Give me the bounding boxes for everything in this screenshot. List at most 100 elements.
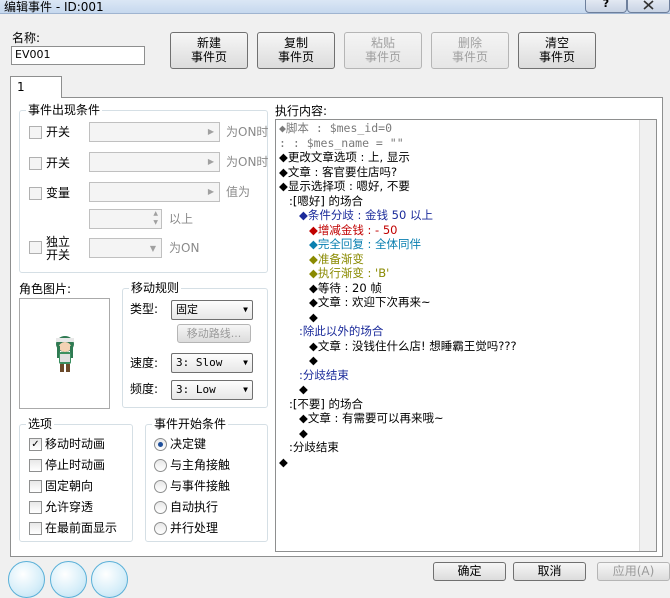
command-line[interactable]: ◆增减金钱 : - 50 [309, 223, 397, 237]
command-line[interactable]: ◆ [309, 353, 318, 367]
through-checkbox[interactable] [29, 501, 42, 514]
direction-fix-checkbox[interactable] [29, 480, 42, 493]
ok-button[interactable]: 确定 [433, 562, 506, 581]
switch2-suffix: 为ON时 [226, 155, 269, 169]
character-sprite-icon [56, 336, 74, 372]
step-anim-checkbox[interactable] [29, 459, 42, 472]
close-button[interactable] [627, 0, 670, 13]
step-anim-label: 停止时动画 [45, 458, 106, 472]
self-switch-label: 独立 开关 [46, 236, 70, 262]
content-label: 执行内容: [275, 104, 328, 118]
command-line[interactable]: ◆显示选择项 : 嗯好, 不要 [279, 179, 410, 193]
move-type-select[interactable]: 固定 ▼ [171, 300, 253, 320]
command-line[interactable]: ◆ [279, 455, 288, 469]
command-line[interactable]: ◆ [299, 382, 308, 396]
variable-checkbox[interactable] [29, 187, 42, 200]
move-route-title: 移动规则 [129, 281, 182, 295]
move-freq-value: 3: Low [176, 383, 216, 396]
tab-page-1[interactable]: 1 [10, 76, 62, 98]
character-graphic[interactable] [19, 298, 110, 409]
name-input[interactable]: EV001 [11, 46, 145, 65]
trigger-player-touch-radio[interactable] [154, 459, 167, 472]
command-line[interactable]: ◆等待 : 20 帧 [309, 281, 382, 295]
trigger-action-radio[interactable] [154, 438, 167, 451]
trigger-event-touch-radio[interactable] [154, 480, 167, 493]
variable-suffix: 值为 [226, 185, 251, 199]
command-line[interactable]: ◆ [309, 310, 318, 324]
trigger-autorun-radio[interactable] [154, 501, 167, 514]
spin-up-icon[interactable]: ▲ [153, 210, 158, 217]
command-line[interactable]: ◆文章 : 客官要住店吗? [279, 165, 397, 179]
cancel-button[interactable]: 取消 [513, 562, 586, 581]
move-type-label: 类型: [130, 302, 159, 316]
variable-value-spinner[interactable]: ▲ ▼ [89, 209, 162, 229]
command-line[interactable]: :分歧结束 [289, 440, 339, 454]
command-line[interactable]: :分歧结束 [299, 368, 349, 382]
trigger-player-touch-label: 与主角接触 [170, 458, 231, 472]
switch1-select[interactable]: ▶ [89, 122, 220, 142]
variable-label: 变量 [46, 186, 71, 200]
chevron-down-icon: ▼ [243, 358, 248, 367]
command-line[interactable]: ◆脚本 : $mes_id=0 [279, 121, 392, 135]
delete-page-button[interactable]: 删除 事件页 [431, 32, 509, 69]
through-label: 允许穿透 [45, 500, 94, 514]
always-on-top-checkbox[interactable] [29, 522, 42, 535]
direction-fix-label: 固定朝向 [45, 479, 94, 493]
help-button[interactable]: ? [585, 0, 627, 13]
event-command-list[interactable]: ◆脚本 : $mes_id=0 : : $mes_name = "" ◆更改文章选… [275, 119, 657, 552]
switch2-select[interactable]: ▶ [89, 152, 220, 172]
trigger-parallel-radio[interactable] [154, 522, 167, 535]
switch1-label: 开关 [46, 125, 71, 139]
taskbar-orb-icon [91, 561, 128, 598]
walk-anim-label: 移动时动画 [45, 437, 106, 451]
copy-page-label-2: 事件页 [277, 50, 314, 64]
move-speed-select[interactable]: 3: Slow ▼ [171, 353, 253, 373]
new-page-button[interactable]: 新建 事件页 [170, 32, 248, 69]
taskbar-orb-icon [50, 561, 87, 598]
delete-page-label-1: 删除 [457, 36, 482, 50]
variable-select[interactable]: ▶ [89, 182, 220, 202]
command-line[interactable]: ◆ [299, 426, 308, 440]
walk-anim-checkbox[interactable]: ✓ [29, 438, 42, 451]
command-line[interactable]: ◆更改文章选项 : 上, 显示 [279, 150, 410, 164]
command-line[interactable]: ◆条件分歧 : 金钱 50 以上 [299, 208, 433, 222]
command-line[interactable]: ◆完全回复 : 全体同伴 [309, 237, 421, 251]
move-freq-select[interactable]: 3: Low ▼ [171, 380, 253, 400]
self-switch-label-2: 开关 [46, 248, 71, 262]
clear-page-button[interactable]: 清空 事件页 [518, 32, 596, 69]
copy-page-button[interactable]: 复制 事件页 [257, 32, 335, 69]
vertical-scrollbar[interactable] [639, 120, 656, 551]
command-line[interactable]: ◆文章 : 欢迎下次再来~ [309, 295, 431, 309]
command-line[interactable]: ◆文章 : 没钱住什么店! 想睡霸王觉吗??? [309, 339, 517, 353]
command-line[interactable]: ◆文章 : 有需要可以再来哦~ [299, 411, 444, 425]
trigger-event-touch-label: 与事件接触 [170, 479, 231, 493]
command-line[interactable]: :[嗯好] 的场合 [289, 194, 363, 208]
above-label: 以上 [169, 212, 194, 226]
graphic-label: 角色图片: [19, 282, 72, 296]
switch1-suffix: 为ON时 [226, 125, 269, 139]
switch1-checkbox[interactable] [29, 126, 42, 139]
paste-page-label-2: 事件页 [364, 50, 401, 64]
command-line[interactable]: :除此以外的场合 [299, 324, 383, 338]
trigger-autorun-label: 自动执行 [170, 500, 219, 514]
always-on-top-label: 在最前面显示 [45, 521, 118, 535]
command-line[interactable]: : : $mes_name = "" [279, 136, 404, 150]
command-line[interactable]: :[不要] 的场合 [289, 397, 363, 411]
move-route-button[interactable]: 移动路线... [177, 324, 251, 343]
paste-page-button[interactable]: 粘贴 事件页 [344, 32, 422, 69]
self-switch-select[interactable]: ▼ [89, 238, 162, 258]
command-line[interactable]: ◆执行渐变 : 'B' [309, 266, 389, 280]
switch2-checkbox[interactable] [29, 157, 42, 170]
apply-button[interactable]: 应用(A) [597, 562, 670, 581]
new-page-label-1: 新建 [196, 36, 221, 50]
self-switch-checkbox[interactable] [29, 241, 42, 254]
taskbar-orb-icon [8, 561, 45, 598]
move-speed-value: 3: Slow [176, 356, 223, 369]
arrow-right-icon: ▶ [207, 127, 214, 136]
chevron-down-icon: ▼ [149, 244, 156, 253]
trigger-parallel-label: 并行处理 [170, 521, 219, 535]
chevron-down-icon: ▼ [243, 385, 248, 394]
clear-page-label-2: 事件页 [538, 50, 575, 64]
command-line[interactable]: ◆准备渐变 [309, 252, 364, 266]
spin-down-icon[interactable]: ▼ [153, 219, 158, 226]
